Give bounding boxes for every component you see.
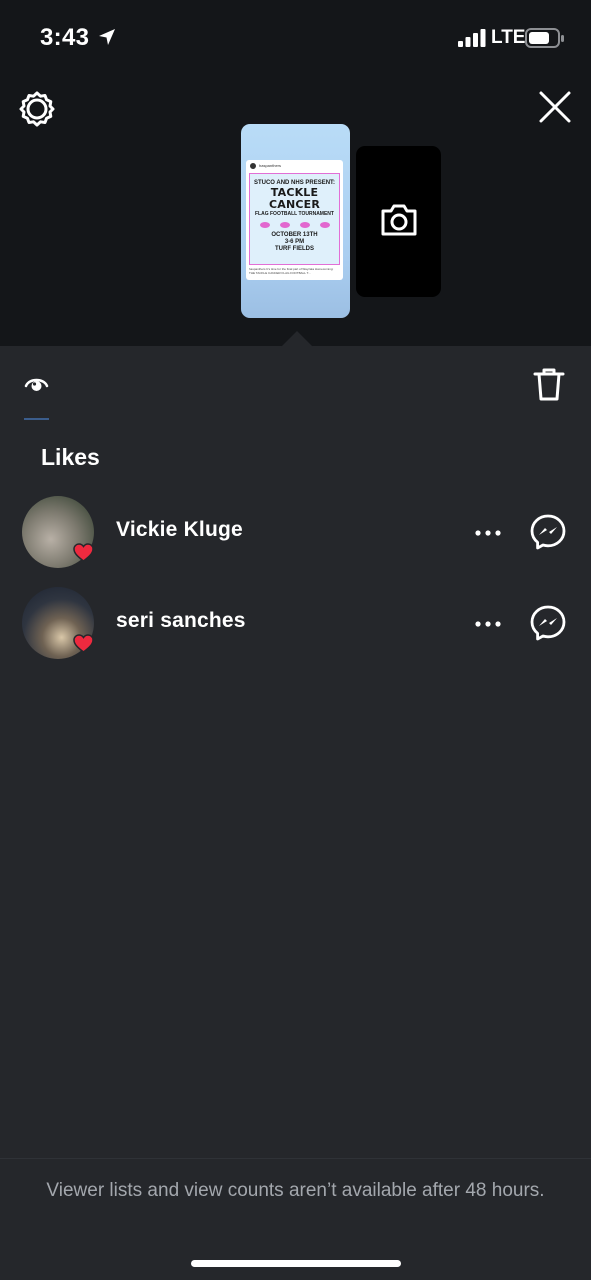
flyer-subtitle: FLAG FOOTBALL TOURNAMENT [255,211,334,217]
status-time: 3:43 [40,24,90,51]
camera-icon [381,204,417,236]
liker-row[interactable]: seri sanches [0,587,591,667]
likes-heading: Likes [41,444,100,470]
flyer-date: OCTOBER 13TH [271,232,318,238]
heart-icon [73,543,94,562]
liker-name[interactable]: seri sanches [116,609,246,633]
viewers-eye-icon[interactable] [24,373,49,395]
story-top-area: 3:43 LTE haspanthers STUCO AND NHS PRESE… [0,0,591,347]
flyer-title: TACKLE CANCER [268,186,321,211]
home-indicator[interactable] [191,1260,401,1267]
status-bar: 3:43 LTE [0,0,591,76]
post-caption: haspanthers It's time for the final part… [249,267,334,275]
add-story-button[interactable] [356,146,441,297]
football-icon [259,222,270,228]
selected-story-pointer [281,331,313,347]
footer-divider [0,1158,591,1159]
football-icon [319,222,330,228]
messenger-icon[interactable] [530,514,566,550]
viewer-list-notice: Viewer lists and view counts aren’t avai… [46,1180,545,1201]
location-arrow-icon [99,29,115,45]
messenger-icon[interactable] [530,605,566,641]
network-type: LTE [491,27,526,48]
event-flyer: STUCO AND NHS PRESENT: TACKLE CANCER FLA… [249,173,340,265]
football-graphics [255,220,335,230]
heart-icon [73,634,94,653]
liker-row[interactable]: Vickie Kluge [0,496,591,576]
liker-name[interactable]: Vickie Kluge [116,518,243,542]
close-icon[interactable] [536,88,574,126]
shared-post-card: haspanthers STUCO AND NHS PRESENT: TACKL… [246,160,343,280]
football-icon [279,222,290,228]
active-tab-indicator [24,418,49,420]
post-username: haspanthers [259,163,282,168]
signal-bars-icon [458,29,486,47]
flyer-location: TURF FIELDS [275,246,314,252]
trash-icon[interactable] [533,367,565,402]
football-icon [299,222,310,228]
settings-icon[interactable] [18,90,56,128]
more-options-icon[interactable] [474,522,502,544]
flyer-time: 3-6 PM [284,239,305,245]
battery-icon [525,28,564,48]
story-thumbnail[interactable]: haspanthers STUCO AND NHS PRESENT: TACKL… [241,124,350,318]
more-options-icon[interactable] [474,613,502,635]
